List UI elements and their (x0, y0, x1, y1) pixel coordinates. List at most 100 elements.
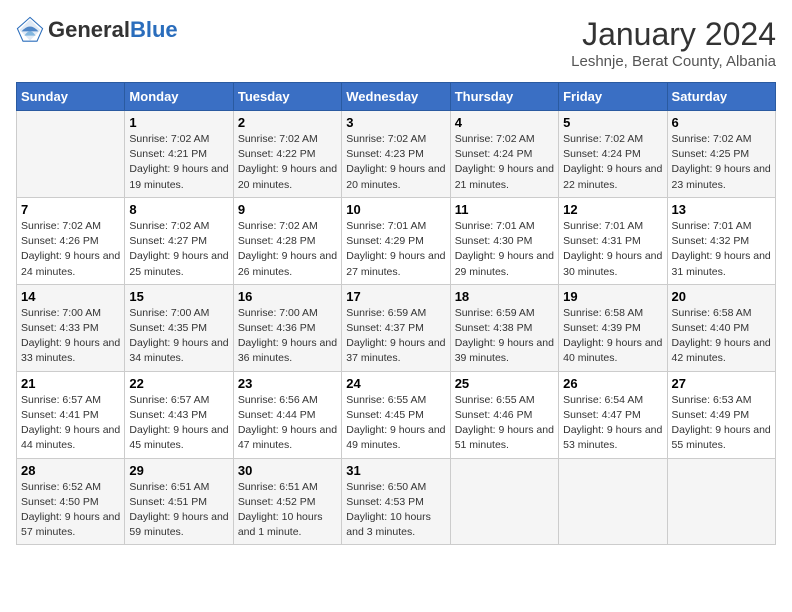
day-number: 2 (238, 115, 337, 130)
calendar-cell: 19Sunrise: 6:58 AM Sunset: 4:39 PM Dayli… (559, 284, 667, 371)
day-number: 10 (346, 202, 445, 217)
day-info: Sunrise: 7:02 AM Sunset: 4:22 PM Dayligh… (238, 132, 337, 193)
day-info: Sunrise: 7:00 AM Sunset: 4:36 PM Dayligh… (238, 306, 337, 367)
calendar-cell: 17Sunrise: 6:59 AM Sunset: 4:37 PM Dayli… (342, 284, 450, 371)
calendar-cell: 4 Sunrise: 7:02 AM Sunset: 4:24 PM Daylig… (450, 111, 558, 198)
calendar-cell: 27Sunrise: 6:53 AM Sunset: 4:49 PM Dayli… (667, 371, 775, 458)
calendar-cell: 13 Sunrise: 7:01 AM Sunset: 4:32 PM Dayli… (667, 197, 775, 284)
day-number: 30 (238, 463, 337, 478)
day-number: 9 (238, 202, 337, 217)
weekday-header-sunday: Sunday (17, 83, 125, 111)
day-number: 29 (129, 463, 228, 478)
calendar-cell: 11 Sunrise: 7:01 AM Sunset: 4:30 PM Dayli… (450, 197, 558, 284)
day-number: 16 (238, 289, 337, 304)
location: Leshnje, Berat County, Albania (571, 53, 776, 70)
week-row-2: 7 Sunrise: 7:02 AM Sunset: 4:26 PM Daylig… (17, 197, 776, 284)
day-number: 1 (129, 115, 228, 130)
calendar-cell: 22 Sunrise: 6:57 AM Sunset: 4:43 PM Dayli… (125, 371, 233, 458)
calendar-cell: 5Sunrise: 7:02 AM Sunset: 4:24 PM Daylig… (559, 111, 667, 198)
day-info: Sunrise: 6:52 AM Sunset: 4:50 PM Dayligh… (21, 480, 120, 541)
calendar-cell (667, 458, 775, 545)
week-row-1: 1Sunrise: 7:02 AM Sunset: 4:21 PM Daylig… (17, 111, 776, 198)
day-info: Sunrise: 7:01 AM Sunset: 4:30 PM Dayligh… (455, 219, 554, 280)
day-info: Sunrise: 7:02 AM Sunset: 4:26 PM Dayligh… (21, 219, 120, 280)
calendar-cell: 1Sunrise: 7:02 AM Sunset: 4:21 PM Daylig… (125, 111, 233, 198)
logo: GeneralBlue (16, 16, 178, 44)
calendar-cell: 23 Sunrise: 6:56 AM Sunset: 4:44 PM Dayli… (233, 371, 341, 458)
calendar-cell: 16 Sunrise: 7:00 AM Sunset: 4:36 PM Dayli… (233, 284, 341, 371)
day-info: Sunrise: 6:50 AM Sunset: 4:53 PM Dayligh… (346, 480, 445, 541)
day-number: 24 (346, 376, 445, 391)
calendar-cell (450, 458, 558, 545)
day-info: Sunrise: 7:02 AM Sunset: 4:25 PM Dayligh… (672, 132, 771, 193)
day-number: 13 (672, 202, 771, 217)
weekday-header-monday: Monday (125, 83, 233, 111)
calendar-table: SundayMondayTuesdayWednesdayThursdayFrid… (16, 82, 776, 545)
day-number: 26 (563, 376, 662, 391)
day-info: Sunrise: 6:55 AM Sunset: 4:45 PM Dayligh… (346, 393, 445, 454)
calendar-cell: 8 Sunrise: 7:02 AM Sunset: 4:27 PM Daylig… (125, 197, 233, 284)
calendar-cell: 30 Sunrise: 6:51 AM Sunset: 4:52 PM Dayli… (233, 458, 341, 545)
day-number: 22 (129, 376, 228, 391)
calendar-cell: 29 Sunrise: 6:51 AM Sunset: 4:51 PM Dayli… (125, 458, 233, 545)
calendar-cell: 10 Sunrise: 7:01 AM Sunset: 4:29 PM Dayli… (342, 197, 450, 284)
day-number: 31 (346, 463, 445, 478)
calendar-cell: 21Sunrise: 6:57 AM Sunset: 4:41 PM Dayli… (17, 371, 125, 458)
calendar-cell: 20Sunrise: 6:58 AM Sunset: 4:40 PM Dayli… (667, 284, 775, 371)
day-info: Sunrise: 6:55 AM Sunset: 4:46 PM Dayligh… (455, 393, 554, 454)
calendar-cell: 18Sunrise: 6:59 AM Sunset: 4:38 PM Dayli… (450, 284, 558, 371)
day-number: 28 (21, 463, 120, 478)
page-header: GeneralBlue January 2024 Leshnje, Berat … (16, 16, 776, 70)
day-info: Sunrise: 7:02 AM Sunset: 4:24 PM Dayligh… (563, 132, 662, 193)
day-info: Sunrise: 7:02 AM Sunset: 4:23 PM Dayligh… (346, 132, 445, 193)
day-info: Sunrise: 6:57 AM Sunset: 4:43 PM Dayligh… (129, 393, 228, 454)
day-number: 25 (455, 376, 554, 391)
calendar-cell: 14 Sunrise: 7:00 AM Sunset: 4:33 PM Dayli… (17, 284, 125, 371)
calendar-cell (559, 458, 667, 545)
day-number: 27 (672, 376, 771, 391)
day-number: 3 (346, 115, 445, 130)
calendar-cell: 31 Sunrise: 6:50 AM Sunset: 4:53 PM Dayli… (342, 458, 450, 545)
calendar-cell: 9Sunrise: 7:02 AM Sunset: 4:28 PM Daylig… (233, 197, 341, 284)
day-info: Sunrise: 6:51 AM Sunset: 4:51 PM Dayligh… (129, 480, 228, 541)
weekday-header-wednesday: Wednesday (342, 83, 450, 111)
weekday-header-tuesday: Tuesday (233, 83, 341, 111)
calendar-cell: 6 Sunrise: 7:02 AM Sunset: 4:25 PM Daylig… (667, 111, 775, 198)
calendar-cell: 28 Sunrise: 6:52 AM Sunset: 4:50 PM Dayli… (17, 458, 125, 545)
day-info: Sunrise: 7:01 AM Sunset: 4:29 PM Dayligh… (346, 219, 445, 280)
title-block: January 2024 Leshnje, Berat County, Alba… (571, 16, 776, 70)
day-number: 7 (21, 202, 120, 217)
day-info: Sunrise: 7:02 AM Sunset: 4:24 PM Dayligh… (455, 132, 554, 193)
day-info: Sunrise: 6:59 AM Sunset: 4:37 PM Dayligh… (346, 306, 445, 367)
month-year: January 2024 (571, 16, 776, 53)
day-number: 19 (563, 289, 662, 304)
day-number: 8 (129, 202, 228, 217)
day-info: Sunrise: 6:58 AM Sunset: 4:40 PM Dayligh… (672, 306, 771, 367)
day-number: 23 (238, 376, 337, 391)
calendar-cell: 24 Sunrise: 6:55 AM Sunset: 4:45 PM Dayli… (342, 371, 450, 458)
day-info: Sunrise: 7:01 AM Sunset: 4:31 PM Dayligh… (563, 219, 662, 280)
weekday-header-friday: Friday (559, 83, 667, 111)
logo-icon (16, 16, 44, 44)
calendar-cell: 7 Sunrise: 7:02 AM Sunset: 4:26 PM Daylig… (17, 197, 125, 284)
day-info: Sunrise: 7:01 AM Sunset: 4:32 PM Dayligh… (672, 219, 771, 280)
day-info: Sunrise: 6:57 AM Sunset: 4:41 PM Dayligh… (21, 393, 120, 454)
calendar-cell: 3 Sunrise: 7:02 AM Sunset: 4:23 PM Daylig… (342, 111, 450, 198)
day-info: Sunrise: 7:02 AM Sunset: 4:27 PM Dayligh… (129, 219, 228, 280)
day-info: Sunrise: 7:00 AM Sunset: 4:33 PM Dayligh… (21, 306, 120, 367)
day-info: Sunrise: 6:56 AM Sunset: 4:44 PM Dayligh… (238, 393, 337, 454)
weekday-header-thursday: Thursday (450, 83, 558, 111)
day-number: 12 (563, 202, 662, 217)
day-number: 4 (455, 115, 554, 130)
day-number: 6 (672, 115, 771, 130)
day-info: Sunrise: 6:51 AM Sunset: 4:52 PM Dayligh… (238, 480, 337, 541)
day-number: 15 (129, 289, 228, 304)
day-info: Sunrise: 6:54 AM Sunset: 4:47 PM Dayligh… (563, 393, 662, 454)
week-row-5: 28 Sunrise: 6:52 AM Sunset: 4:50 PM Dayli… (17, 458, 776, 545)
calendar-cell (17, 111, 125, 198)
week-row-3: 14 Sunrise: 7:00 AM Sunset: 4:33 PM Dayli… (17, 284, 776, 371)
day-number: 14 (21, 289, 120, 304)
day-info: Sunrise: 7:00 AM Sunset: 4:35 PM Dayligh… (129, 306, 228, 367)
day-number: 18 (455, 289, 554, 304)
day-number: 11 (455, 202, 554, 217)
